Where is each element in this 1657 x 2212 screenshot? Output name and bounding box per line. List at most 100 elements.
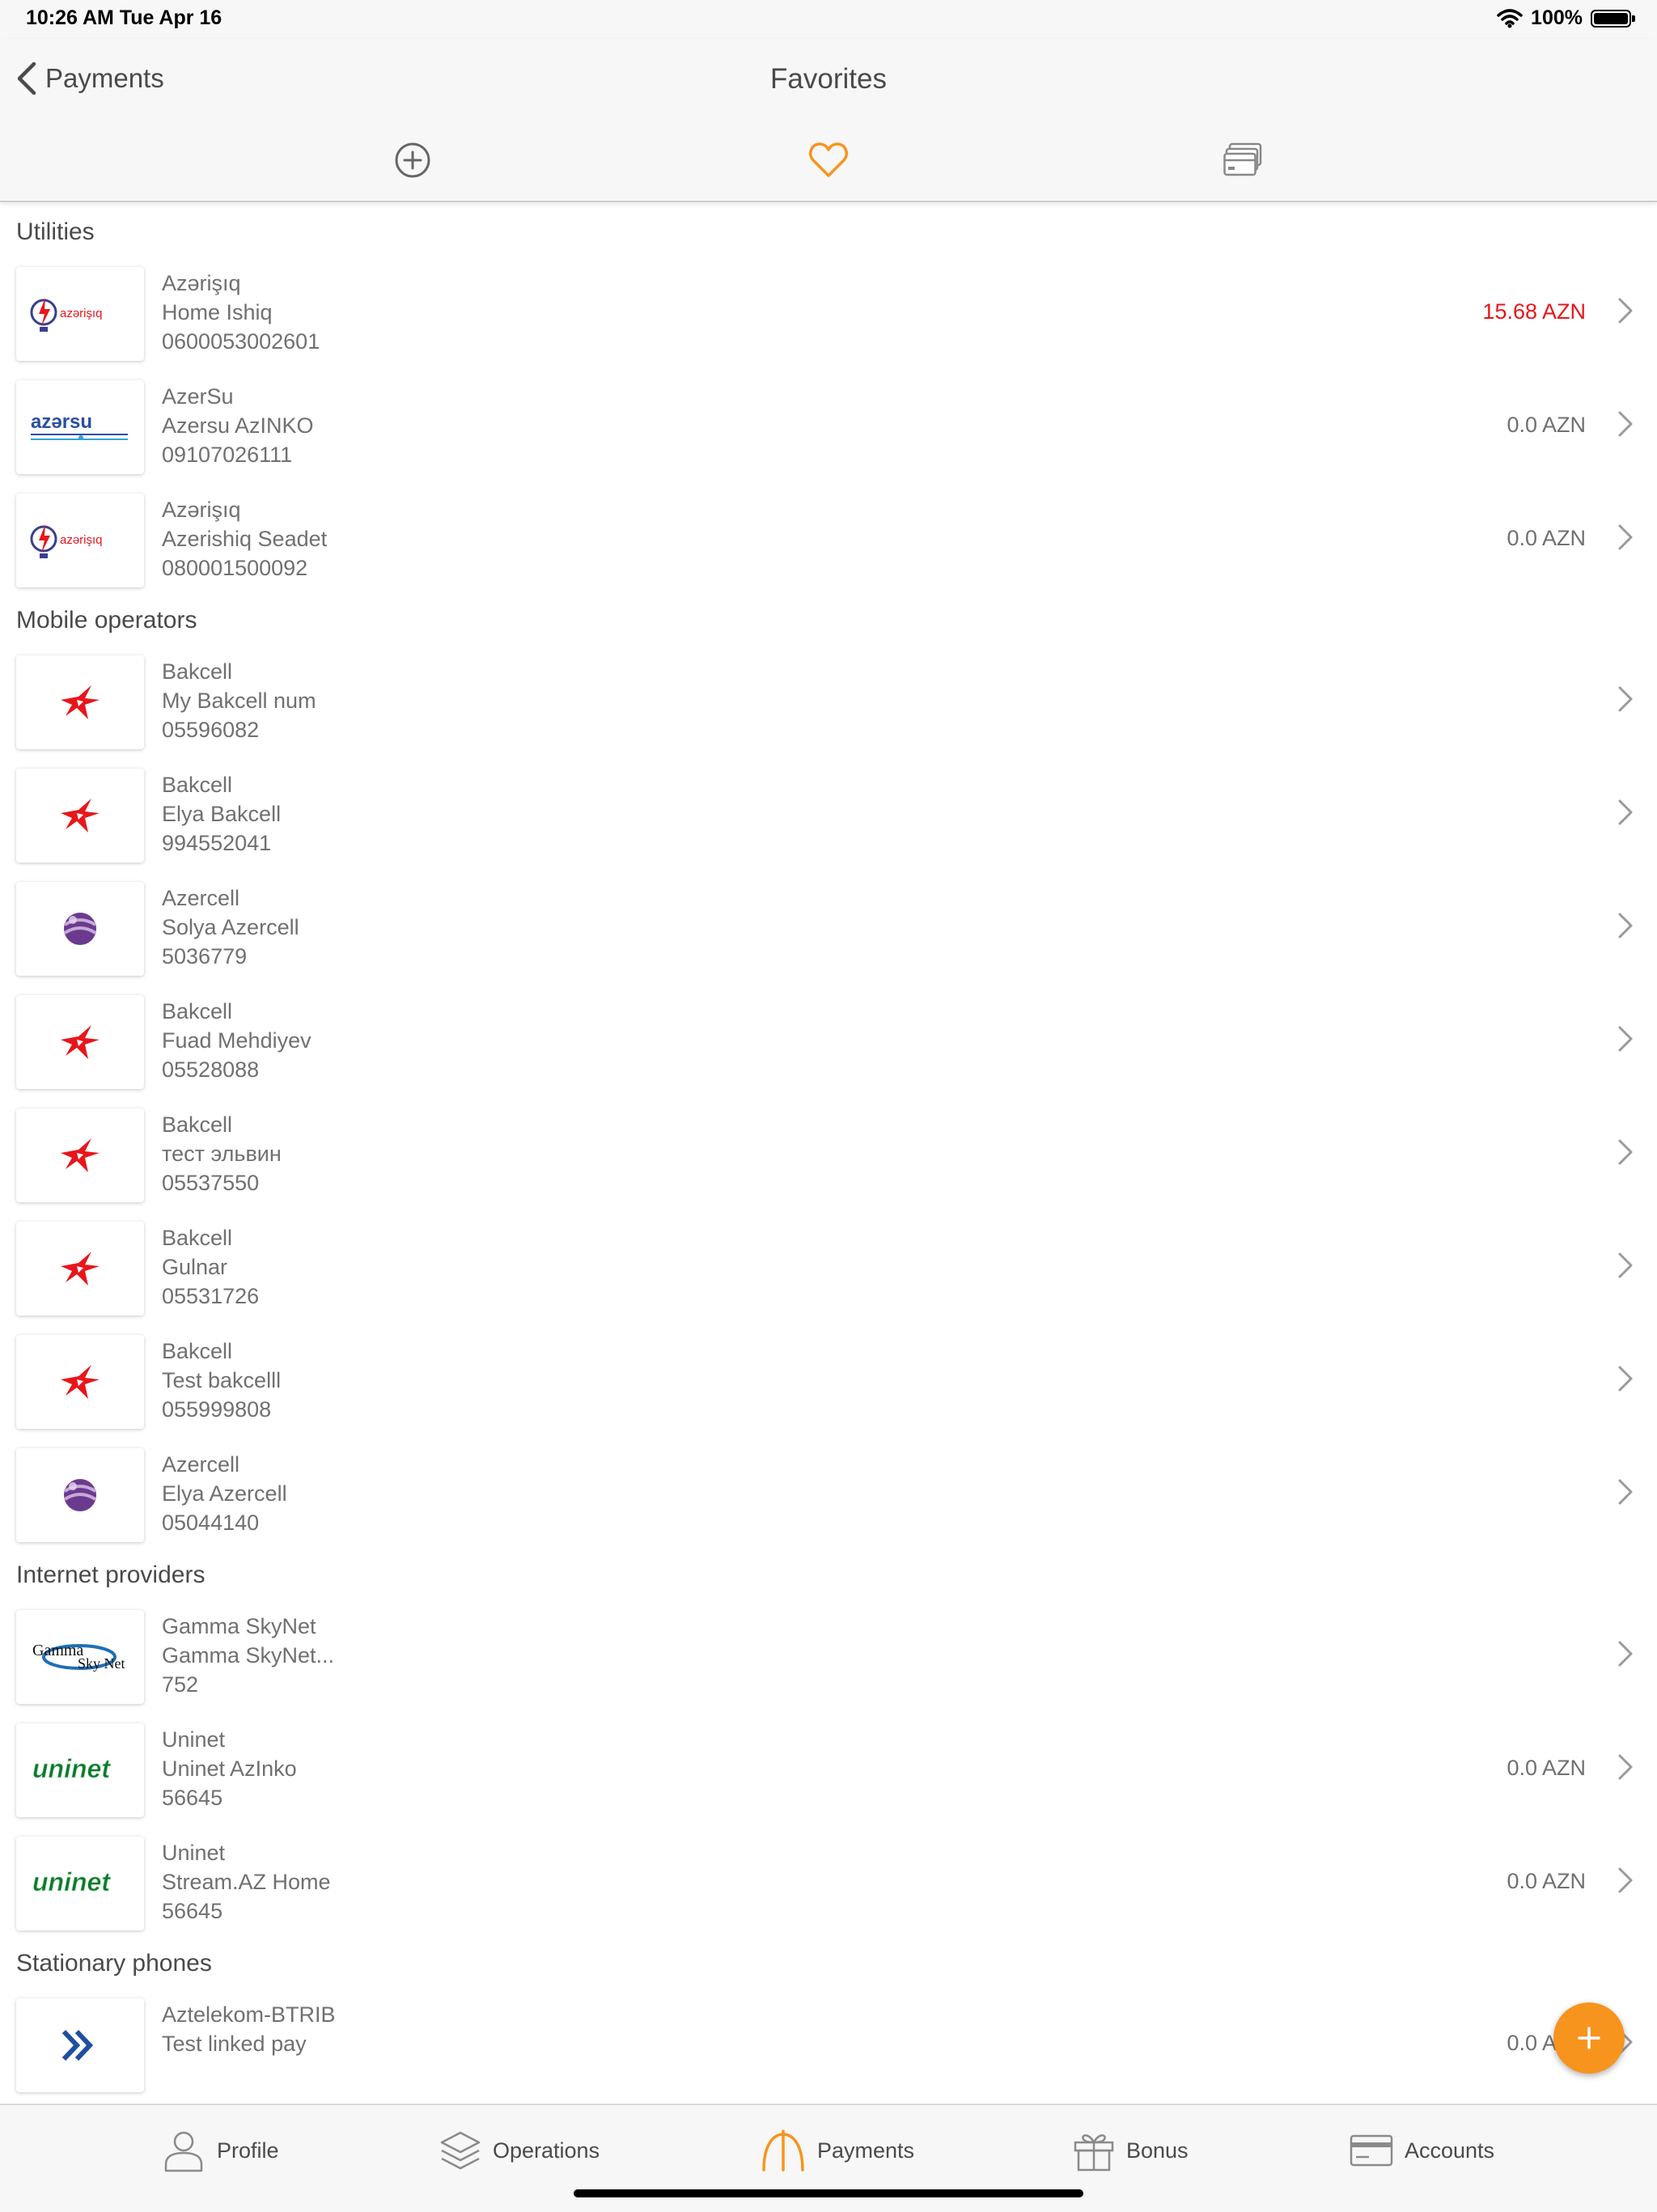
row-text: Uninet Uninet AzInko 56645	[162, 1725, 297, 1812]
favorite-row[interactable]: Bakcell тест эльвин 05537550	[0, 1094, 1657, 1207]
account-number: 994552041	[162, 831, 272, 855]
favorite-name: Gulnar	[162, 1255, 228, 1279]
bakcell-logo-icon	[61, 1025, 100, 1059]
provider-name: Uninet	[162, 1841, 226, 1865]
favorite-row[interactable]: Gamma Sky Net Gamma SkyNet Gamma SkyNet... 7…	[0, 1595, 1657, 1709]
chevron-right-icon	[1618, 1252, 1633, 1278]
bakcell-logo-icon	[61, 1365, 100, 1399]
favorite-row[interactable]: Azercell Solya Azercell 5036779	[0, 867, 1657, 981]
amount-due: 0.0 AZN	[1507, 1869, 1586, 1893]
status-bar: 10:26 AM Tue Apr 16 100%	[0, 0, 1657, 39]
chevron-right-icon	[1618, 1754, 1633, 1780]
chevron-right-icon	[1618, 1366, 1633, 1392]
row-text: Azərişıq Home Ishiq 0600053002601	[162, 269, 320, 356]
cards-icon	[1223, 142, 1262, 176]
account-number: 56645	[162, 1786, 223, 1810]
tab-operations[interactable]: Operations	[439, 2126, 600, 2175]
home-indicator	[574, 2189, 1083, 2197]
chevron-right-icon	[1618, 524, 1633, 550]
tab-accounts[interactable]: Accounts	[1350, 2126, 1494, 2175]
favorite-name: Elya Bakcell	[162, 802, 282, 826]
payments-icon	[762, 2129, 804, 2172]
favorite-row[interactable]: Azercell Elya Azercell 05044140	[0, 1434, 1657, 1547]
provider-name: Bakcell	[162, 1226, 233, 1250]
favorite-row[interactable]: Aztelekom-BTRIB Test linked pay 0.0 AZN	[0, 1984, 1657, 2097]
favorite-name: Stream.AZ Home	[162, 1870, 331, 1894]
favorites-list[interactable]: Utilities azərişıq Azərişıq Home Ishiq 06000…	[0, 202, 1657, 2104]
cards-tab-button[interactable]	[1218, 136, 1267, 184]
favorite-row[interactable]: Bakcell Gulnar 05531726	[0, 1207, 1657, 1320]
favorite-row[interactable]: azərişıq Azərişıq Azerishiq Seadet 08000150…	[0, 479, 1657, 592]
add-favorite-button[interactable]	[388, 136, 437, 184]
account-number: 0600053002601	[162, 329, 320, 354]
account-number: 56645	[162, 1899, 223, 1923]
provider-logo	[16, 1222, 144, 1316]
amount-due: 0.0 AZN	[1507, 413, 1586, 437]
azercell-logo-icon	[63, 913, 97, 945]
layers-icon	[440, 2131, 481, 2170]
favorite-row[interactable]: Bakcell My Bakcell num 05596082	[0, 641, 1657, 754]
provider-logo	[16, 1998, 144, 2092]
provider-name: Azərişıq	[162, 498, 241, 522]
provider-logo	[16, 1448, 144, 1542]
azerishiq-logo-icon: azərişıq	[30, 524, 103, 558]
tab-label: Operations	[493, 2138, 600, 2163]
favorite-name: Uninet AzInko	[162, 1756, 297, 1781]
favorite-row[interactable]: uninet Uninet Stream.AZ Home 56645 0.0 AZN	[0, 1822, 1657, 1935]
tab-label: Profile	[217, 2138, 279, 2163]
svg-text:uninet: uninet	[32, 1754, 111, 1783]
favorite-row[interactable]: azərsu AzerSu Azersu AzINKO 09107026111 0.0 …	[0, 366, 1657, 479]
bakcell-logo-icon	[61, 799, 100, 833]
favorites-tab-button[interactable]	[804, 136, 853, 184]
row-chevron	[1618, 1139, 1633, 1169]
row-text: Bakcell Elya Bakcell 994552041	[162, 770, 281, 858]
svg-text:azərişıq: azərişıq	[60, 307, 103, 320]
provider-name: Bakcell	[162, 999, 233, 1023]
section-header: Internet providers	[16, 1562, 206, 1588]
provider-name: Uninet	[162, 1727, 226, 1752]
row-chevron	[1618, 411, 1633, 441]
azerishiq-logo-icon: azərişıq	[30, 298, 103, 332]
provider-logo	[16, 655, 144, 749]
account-number: 055999808	[162, 1397, 272, 1422]
section-header: Utilities	[16, 218, 95, 245]
row-chevron	[1618, 1867, 1633, 1897]
tab-profile[interactable]: Profile	[162, 2126, 279, 2175]
provider-logo: azərişıq	[16, 494, 144, 587]
provider-logo	[16, 882, 144, 976]
favorite-name: Gamma SkyNet...	[162, 1643, 335, 1667]
azercell-logo-icon	[63, 1479, 97, 1511]
tab-bonus[interactable]: Bonus	[1073, 2126, 1189, 2175]
person-icon	[164, 2131, 203, 2172]
account-number: 09107026111	[162, 443, 293, 467]
account-number: 05596082	[162, 718, 260, 742]
row-text: Bakcell тест эльвин 05537550	[162, 1110, 282, 1197]
row-chevron	[1618, 799, 1633, 829]
plus-circle-icon	[395, 142, 430, 178]
add-favorite-fab[interactable]	[1553, 2002, 1625, 2074]
provider-name: Gamma SkyNet	[162, 1614, 316, 1638]
chevron-right-icon	[1618, 686, 1633, 712]
row-chevron	[1618, 298, 1633, 328]
provider-name: Aztelekom-BTRIB	[162, 2002, 336, 2027]
provider-logo	[16, 995, 144, 1089]
favorite-row[interactable]: Bakcell Fuad Mehdiyev 05528088	[0, 981, 1657, 1094]
tab-label: Accounts	[1405, 2138, 1495, 2163]
account-number: 05531726	[162, 1284, 260, 1308]
account-number: 752	[162, 1672, 199, 1697]
svg-text:Gamma: Gamma	[32, 1642, 83, 1659]
favorite-row[interactable]: Bakcell Test bakcelll 055999808	[0, 1320, 1657, 1434]
tab-payments[interactable]: Payments	[761, 2126, 914, 2175]
row-chevron	[1618, 524, 1633, 554]
favorite-row[interactable]: uninet Uninet Uninet AzInko 56645 0.0 AZN	[0, 1709, 1657, 1822]
favorite-row[interactable]: Bakcell Elya Bakcell 994552041	[0, 754, 1657, 867]
account-number: 5036779	[162, 944, 248, 968]
favorite-row[interactable]: azərişıq Azərişıq Home Ishiq 0600053002601 1…	[0, 252, 1657, 366]
provider-logo: azərişıq	[16, 267, 144, 361]
svg-text:uninet: uninet	[32, 1867, 111, 1896]
favorite-name: Test linked pay	[162, 2032, 307, 2056]
row-chevron	[1618, 1479, 1633, 1509]
row-text: Azercell Elya Azercell 05044140	[162, 1450, 287, 1537]
provider-logo	[16, 1108, 144, 1202]
favorite-name: Fuad Mehdiyev	[162, 1028, 311, 1053]
